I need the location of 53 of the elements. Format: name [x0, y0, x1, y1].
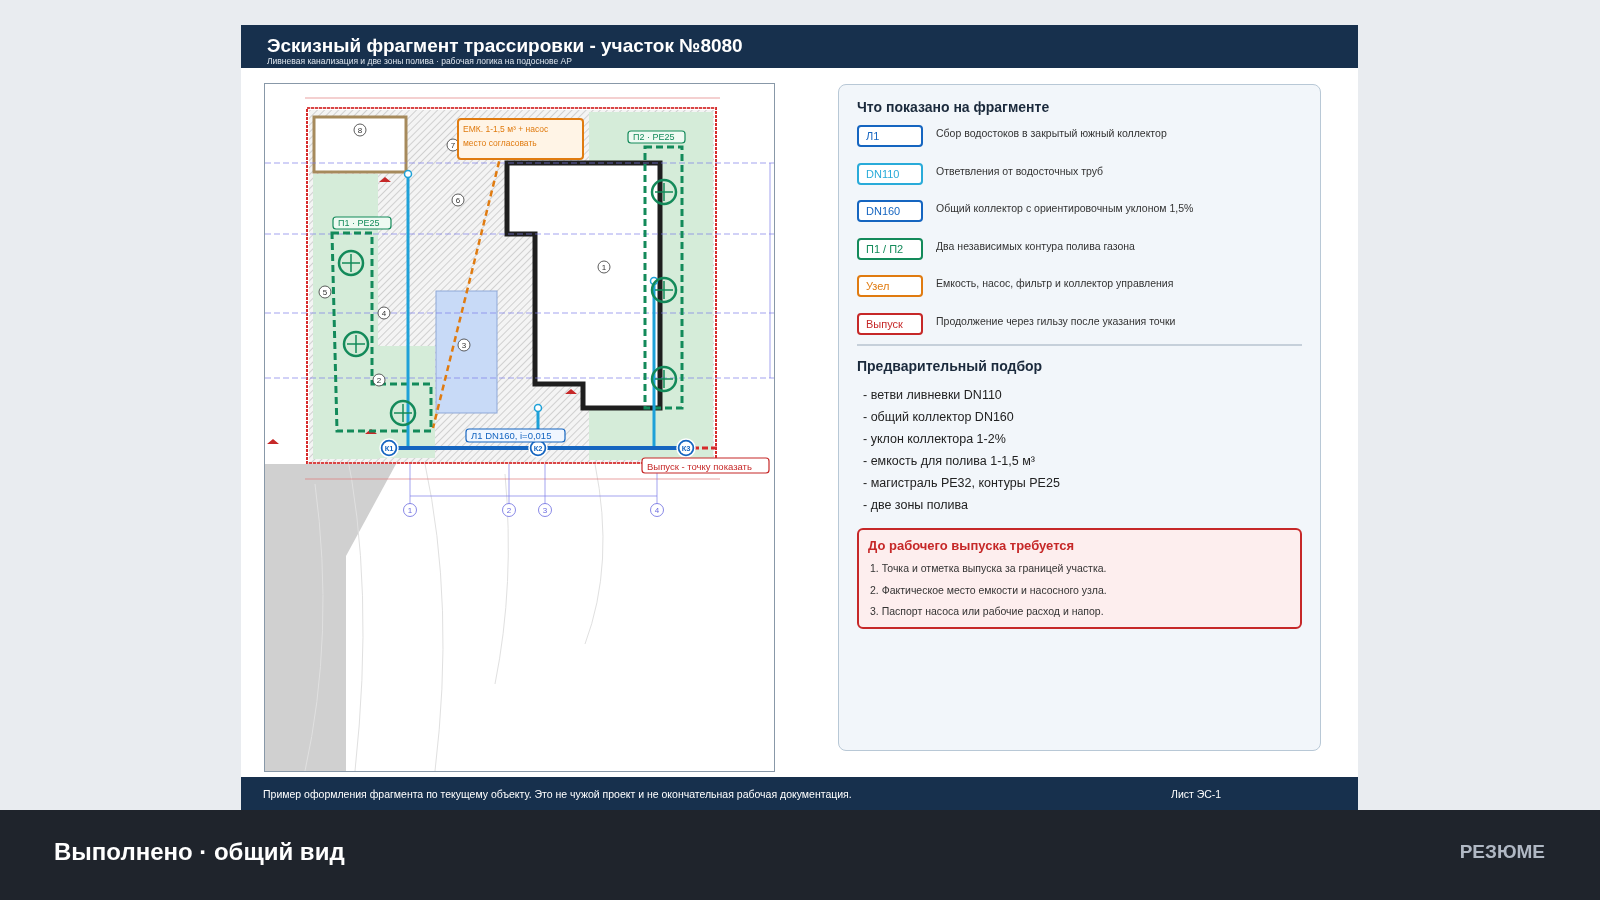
summary-link[interactable]: РЕЗЮМЕ — [1459, 841, 1545, 863]
selection-item: - уклон коллектора 1-2% — [862, 431, 1007, 448]
loop-label: П2 · PE25 — [627, 130, 686, 144]
legend-text: Продолжение через гильзу после указания точки — [936, 313, 1176, 327]
legend-tag: Узел — [857, 275, 923, 297]
legend-text: Сбор водостоков в закрытый южный коллектор — [936, 126, 1167, 139]
sheet-title: Эскизный фрагмент трассировки - участок №8080 — [267, 35, 744, 56]
sprinkler-icon — [342, 330, 370, 358]
outlet-line — [693, 446, 720, 450]
selection-item: - ветви ливневки DN110 — [862, 387, 1003, 404]
legend-text: Общий коллектор с ориентировочным уклоном 1,5% — [936, 201, 1194, 214]
selection-item: - общий коллектор DN160 — [862, 409, 1015, 426]
pipe-label: Л1 DN160, i=0,015 — [465, 428, 566, 443]
requirement-item: 3. Паспорт насоса или рабочие расход и напор. — [869, 604, 1105, 619]
tank-callout: ЕМК. 1-1,5 м³ + насос место согласовать — [457, 118, 584, 160]
axis-marker: 2 — [502, 503, 516, 517]
footer-note: Пример оформления фрагмента по текущему объекту. Это не чужой проект и не окончательная рабочая документация. — [263, 787, 853, 800]
legend-text: Два независимых контура полива газона — [936, 238, 1135, 252]
sprinkler-icon — [650, 178, 678, 206]
legend-tag: DN110 — [857, 162, 923, 185]
outlet-label: Выпуск - точку показать — [641, 457, 770, 474]
selection-item: - емкость для полива 1-1,5 м³ — [862, 453, 1036, 470]
legend-tag: Выпуск — [857, 312, 923, 335]
bottom-title: Выполнено · общий вид — [54, 838, 345, 866]
sprinkler-icon — [650, 276, 678, 304]
sprinkler-icon — [337, 249, 365, 277]
axis-marker: 4 — [650, 503, 664, 517]
room-marker: 6 — [451, 193, 465, 207]
selection-item: - две зоны полива — [862, 497, 969, 514]
legend-tag: П1 / П2 — [857, 237, 923, 260]
legend-tag: DN160 — [857, 200, 923, 222]
axis-marker: 3 — [538, 503, 552, 517]
legend-text: Ответвления от водосточных труб — [936, 163, 1104, 177]
room-marker: 1 — [597, 260, 611, 274]
room-marker: 5 — [318, 285, 332, 299]
sheet-subtitle: Ливневая канализация и две зоны полива · рабочая логика на подоснове АР — [267, 56, 573, 66]
selection-title: Предварительный подбор — [857, 358, 1044, 374]
legend-title: Что показано на фрагменте — [857, 99, 1051, 115]
requirements-title: До рабочего выпуска требуется — [868, 538, 1076, 553]
axis-marker: 1 — [403, 503, 417, 517]
sprinkler-icon — [389, 399, 417, 427]
legend-tag: Л1 — [857, 125, 923, 147]
sheet-number: Лист ЭС-1 — [1171, 787, 1222, 800]
room-marker: 8 — [353, 123, 367, 137]
sprinkler-icon — [650, 365, 678, 393]
room-marker: 4 — [377, 306, 391, 320]
legend-text: Емкость, насос, фильтр и коллектор управления — [936, 276, 1174, 289]
requirement-item: 1. Точка и отметка выпуска за границей участка. — [869, 561, 1108, 576]
requirement-item: 2. Фактическое место емкости и насосного узла. — [869, 582, 1108, 598]
loop-label: П1 · PE25 — [332, 216, 392, 230]
room-marker: 3 — [457, 338, 471, 352]
room-marker: 2 — [372, 373, 386, 387]
selection-item: - магистраль PE32, контуры PE25 — [862, 475, 1061, 492]
